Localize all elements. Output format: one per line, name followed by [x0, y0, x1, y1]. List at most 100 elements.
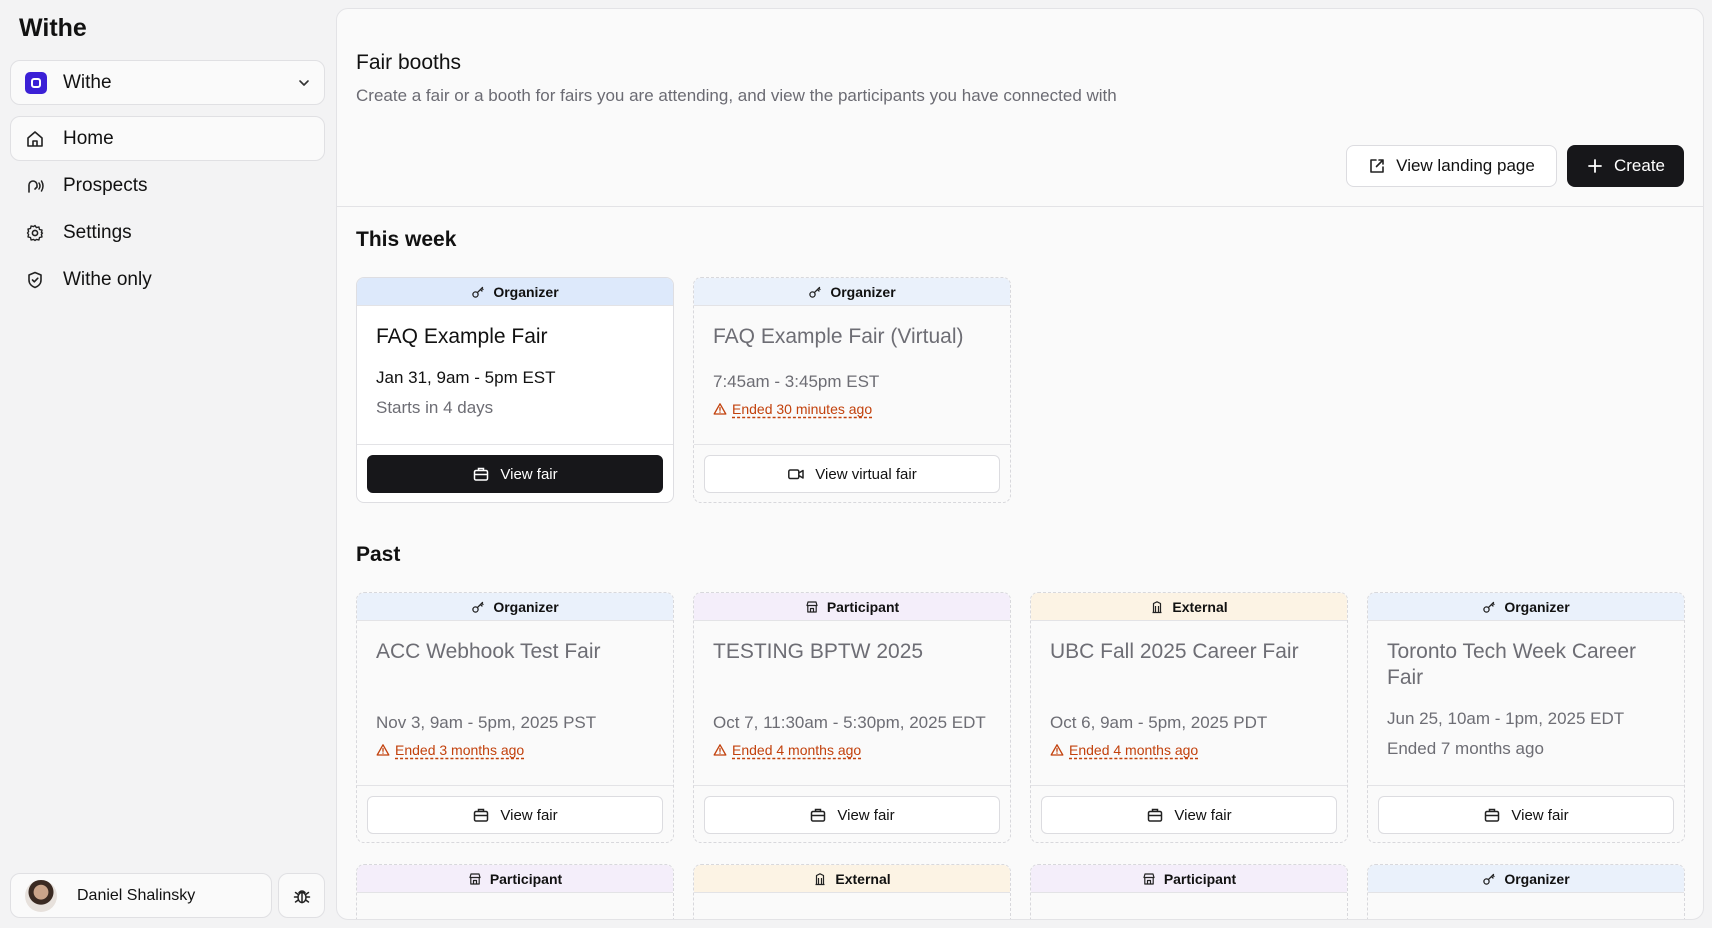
view-fair-button[interactable]: View fair — [367, 455, 663, 493]
card-warning: Ended 30 minutes ago — [713, 401, 991, 417]
workspace-switcher[interactable]: Withe — [10, 60, 325, 105]
warning-icon — [713, 744, 727, 756]
view-virtual-fair-label: View virtual fair — [815, 465, 917, 483]
key-icon — [1483, 873, 1495, 885]
sidebar-item-label: Prospects — [63, 174, 148, 196]
shield-icon — [28, 271, 42, 288]
view-landing-page-label: View landing page — [1396, 156, 1535, 175]
workspace-logo-icon — [25, 71, 47, 94]
card-role-header: Organizer — [357, 593, 673, 621]
card-role-header: Organizer — [1368, 865, 1684, 893]
card-role-label: Organizer — [830, 283, 896, 300]
card-title: Toronto Tech Week Career Fair — [1387, 640, 1637, 689]
card-warning-text: Ended 3 months ago — [395, 742, 525, 758]
card-date: Nov 3, 9am - 5pm, 2025 PST — [376, 713, 597, 732]
sidebar-item-prospects[interactable]: Prospects — [10, 163, 325, 208]
view-fair-label: View fair — [500, 806, 558, 824]
fair-card: Participant TESTING BPTW 2025 Oct 7, 11:… — [693, 592, 1011, 843]
card-body: ACC Webhook Test Fair Nov 3, 9am - 5pm, … — [357, 621, 673, 786]
key-icon — [472, 601, 484, 613]
building-icon — [1152, 600, 1162, 613]
view-fair-button[interactable]: View fair — [367, 796, 663, 834]
view-landing-page-button[interactable]: View landing page — [1346, 145, 1557, 187]
sidebar-item-settings[interactable]: Settings — [10, 210, 325, 255]
card-role-header: Participant — [1031, 865, 1347, 893]
card-footer: View fair — [694, 786, 1010, 842]
card-warning-text: Ended 4 months ago — [1069, 742, 1199, 758]
card-warning: Ended 4 months ago — [1050, 742, 1328, 758]
view-fair-label: View fair — [837, 806, 895, 824]
card-role-label: Participant — [489, 870, 563, 887]
briefcase-icon — [474, 467, 489, 481]
card-footer: View fair — [1031, 786, 1347, 842]
briefcase-icon — [811, 808, 826, 822]
warning-icon — [1050, 744, 1064, 756]
chevron-down-icon — [299, 79, 309, 86]
card-role-label: External — [835, 870, 891, 887]
sidebar-nav: Home Prospects Settings Withe only — [10, 116, 325, 304]
card-role-header: External — [1031, 593, 1347, 621]
section-title-past: Past — [356, 543, 401, 566]
card-role-header: Organizer — [357, 278, 673, 306]
page-subtitle: Create a fair or a booth for fairs you a… — [356, 86, 1117, 105]
card-body: Toronto Tech Week Career Fair Jun 25, 10… — [1368, 621, 1684, 786]
sidebar: Withe Withe Home Prospects Settings With… — [0, 0, 335, 928]
card-warning-text: Ended 4 months ago — [732, 742, 862, 758]
gear-icon — [26, 224, 44, 241]
video-icon — [788, 469, 805, 480]
briefcase-icon — [1148, 808, 1163, 822]
card-role-label: Organizer — [1504, 870, 1570, 887]
card-role-label: Organizer — [493, 598, 559, 615]
section-title-this-week: This week — [356, 228, 457, 251]
sidebar-item-home[interactable]: Home — [10, 116, 325, 161]
view-fair-button[interactable]: View fair — [1041, 796, 1337, 834]
sidebar-item-label: Withe only — [63, 268, 152, 290]
card-status: Ended 7 months ago — [1387, 739, 1544, 758]
key-icon — [472, 286, 484, 298]
fair-card: Organizer FAQ Example Fair Jan 31, 9am -… — [356, 277, 674, 503]
create-button[interactable]: Create — [1567, 145, 1684, 187]
view-fair-button[interactable]: View fair — [1378, 796, 1674, 834]
user-name: Daniel Shalinsky — [77, 886, 196, 904]
view-virtual-fair-button[interactable]: View virtual fair — [704, 455, 1000, 493]
briefcase-icon — [474, 808, 489, 822]
card-date: Jun 25, 10am - 1pm, 2025 EDT — [1387, 709, 1625, 728]
card-title: FAQ Example Fair — [376, 325, 548, 348]
card-role-label: Participant — [1163, 870, 1237, 887]
card-footer: View fair — [1368, 786, 1684, 842]
card-body: TESTING BPTW 2025 Oct 7, 11:30am - 5:30p… — [694, 621, 1010, 786]
fair-card: External — [693, 864, 1011, 919]
create-label: Create — [1613, 156, 1666, 175]
card-title: FAQ Example Fair (Virtual) — [713, 325, 964, 348]
card-date: 7:45am - 3:45pm EST — [713, 372, 880, 391]
warning-icon — [376, 744, 390, 756]
card-footer: View fair — [357, 786, 673, 842]
fair-card: Organizer FAQ Example Fair (Virtual) 7:4… — [693, 277, 1011, 503]
card-warning: Ended 4 months ago — [713, 742, 991, 758]
card-role-header: Participant — [357, 865, 673, 893]
avatar — [25, 879, 57, 912]
report-bug-button[interactable] — [278, 873, 325, 918]
card-date: Oct 6, 9am - 5pm, 2025 PDT — [1050, 713, 1268, 732]
card-body: UBC Fall 2025 Career Fair Oct 6, 9am - 5… — [1031, 621, 1347, 786]
plus-icon — [1588, 159, 1602, 173]
sidebar-item-withe-only[interactable]: Withe only — [10, 257, 325, 302]
card-role-label: Participant — [826, 598, 900, 615]
store-icon — [1143, 872, 1155, 885]
header-divider — [337, 206, 1703, 207]
sidebar-item-label: Settings — [63, 221, 132, 243]
card-title: ACC Webhook Test Fair — [376, 640, 601, 663]
card-role-header: Organizer — [694, 278, 1010, 306]
key-icon — [1483, 601, 1495, 613]
user-menu[interactable]: Daniel Shalinsky — [10, 873, 272, 918]
bug-icon — [293, 889, 310, 903]
building-icon — [815, 872, 825, 885]
main-panel: Fair booths Create a fair or a booth for… — [336, 8, 1704, 920]
view-fair-button[interactable]: View fair — [704, 796, 1000, 834]
view-fair-label: View fair — [500, 465, 558, 483]
card-body: FAQ Example Fair Jan 31, 9am - 5pm EST S… — [357, 306, 673, 445]
warning-icon — [713, 403, 727, 415]
card-role-header: Participant — [694, 593, 1010, 621]
card-role-header: External — [694, 865, 1010, 893]
card-footer: View fair — [357, 445, 673, 502]
